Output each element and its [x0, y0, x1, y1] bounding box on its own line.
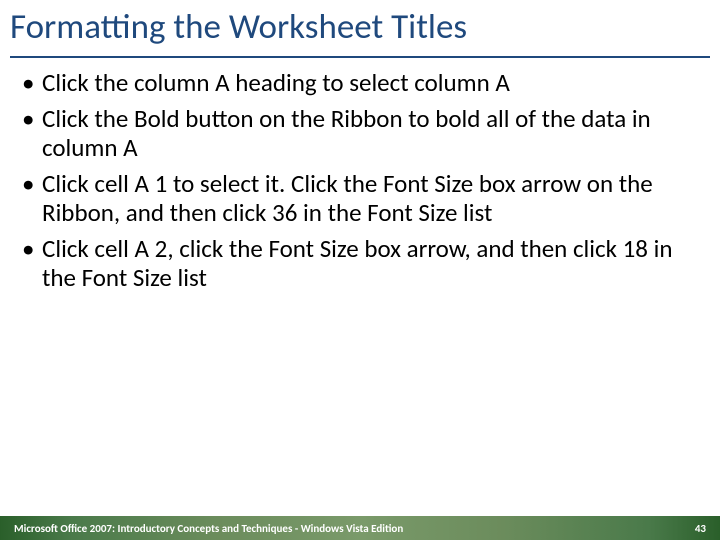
- slide: Formatting the Worksheet Titles Click th…: [0, 0, 720, 540]
- page-number: 43: [695, 522, 706, 535]
- bullet-list: Click the column A heading to select col…: [18, 68, 702, 293]
- bullet-text: Click cell A 2, click the Font Size box …: [42, 233, 672, 294]
- bullet-item: Click the column A heading to select col…: [18, 68, 702, 98]
- bullet-item: Click the Bold button on the Ribbon to b…: [18, 104, 702, 163]
- title-underline: [10, 56, 710, 58]
- bullet-item: Click cell A 1 to select it. Click the F…: [18, 169, 702, 228]
- bullet-item: Click cell A 2, click the Font Size box …: [18, 234, 702, 293]
- slide-title: Formatting the Worksheet Titles: [0, 0, 720, 50]
- footer-bar: Microsoft Office 2007: Introductory Conc…: [0, 516, 720, 540]
- bullet-text: Click the column A heading to select col…: [42, 67, 510, 98]
- bullet-text: Click the Bold button on the Ribbon to b…: [42, 103, 651, 164]
- bullet-text: Click cell A 1 to select it. Click the F…: [42, 168, 653, 229]
- slide-body: Click the column A heading to select col…: [0, 68, 720, 293]
- footer-text: Microsoft Office 2007: Introductory Conc…: [14, 522, 403, 535]
